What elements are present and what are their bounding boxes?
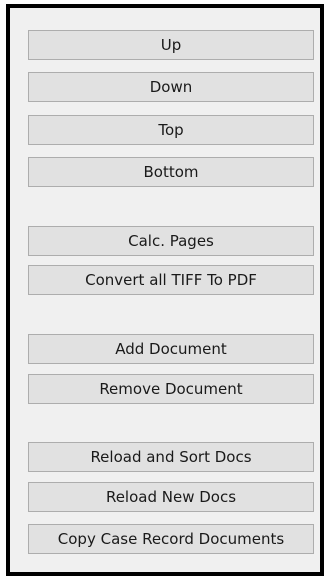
up-button[interactable]: Up xyxy=(28,30,314,60)
convert-tiff-to-pdf-button[interactable]: Convert all TIFF To PDF xyxy=(28,265,314,295)
copy-case-record-documents-button[interactable]: Copy Case Record Documents xyxy=(28,524,314,554)
calc-pages-button[interactable]: Calc. Pages xyxy=(28,226,314,256)
remove-document-button[interactable]: Remove Document xyxy=(28,374,314,404)
reload-new-docs-button[interactable]: Reload New Docs xyxy=(28,482,314,512)
down-button[interactable]: Down xyxy=(28,72,314,102)
reload-and-sort-docs-button[interactable]: Reload and Sort Docs xyxy=(28,442,314,472)
top-button[interactable]: Top xyxy=(28,115,314,145)
bottom-button[interactable]: Bottom xyxy=(28,157,314,187)
add-document-button[interactable]: Add Document xyxy=(28,334,314,364)
document-actions-panel: Up Down Top Bottom Calc. Pages Convert a… xyxy=(6,4,324,576)
